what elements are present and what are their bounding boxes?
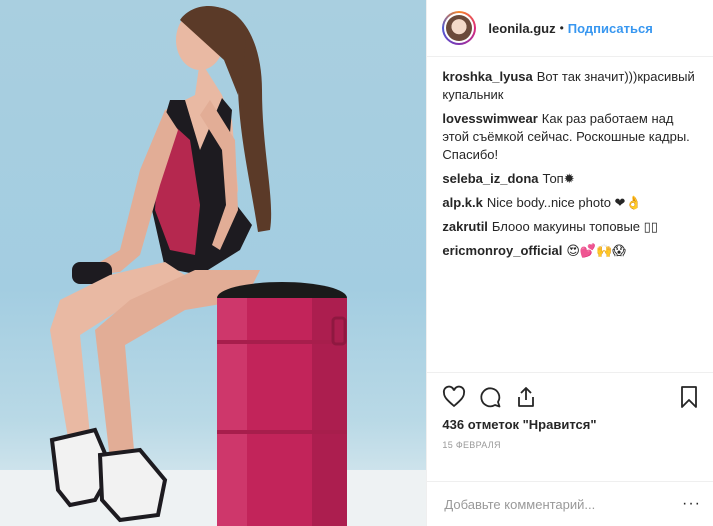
separator-dot: • [559,21,564,35]
post-actions-section: 436 отметок "Нравится" 15 февраля [427,372,713,481]
comment-text: Топ✹ [542,171,575,186]
username-link[interactable]: leonila.guz [488,21,555,36]
comment-username[interactable]: kroshka_lyusa [442,69,532,84]
comment-username[interactable]: alp.k.k [442,195,482,210]
comment-item: kroshka_lyusa Вот так значит)))красивый к… [442,68,701,104]
comment-text: Nice body..nice photo ❤👌 [486,195,642,210]
action-bar [442,377,701,417]
avatar[interactable] [442,11,477,45]
post-photo[interactable] [0,0,428,526]
comment-item: alp.k.k Nice body..nice photo ❤👌 [442,194,701,212]
photo-illustration [0,6,427,526]
comment-item: seleba_iz_dona Топ✹ [442,170,701,188]
comment-item: lovesswimwear Как раз работаем над этой с… [442,110,701,164]
post-header: leonila.guz • Подписаться [427,0,713,57]
comment-text: 😍💕🙌😱 [566,243,626,258]
comment-item: zakrutil Блооо макуины топовые ▯▯ [442,218,701,236]
likes-count[interactable]: 436 отметок "Нравится" [442,417,701,432]
avatar-ring-inner [444,13,475,43]
comment-username[interactable]: seleba_iz_dona [442,171,538,186]
follow-button[interactable]: Подписаться [568,21,653,36]
avatar-image [446,15,473,41]
speech-bubble-icon[interactable] [478,385,502,409]
comment-item: ericmonroy_official 😍💕🙌😱 [442,242,701,260]
share-icon[interactable] [514,385,538,409]
comment-text: Блооо макуины топовые ▯▯ [491,219,658,234]
ellipsis-icon[interactable]: ··· [682,495,701,513]
comment-input[interactable] [442,495,683,513]
comment-username[interactable]: zakrutil [442,219,488,234]
post-date[interactable]: 15 февраля [442,440,701,450]
heart-icon[interactable] [442,385,466,409]
post-side-panel: leonila.guz • Подписаться kroshka_lyusa В… [427,0,713,526]
comments-list[interactable]: kroshka_lyusa Вот так значит)))красивый к… [427,57,713,372]
instagram-post: leonila.guz • Подписаться kroshka_lyusa В… [0,0,713,526]
comment-username[interactable]: lovesswimwear [442,111,537,126]
add-comment-bar: ··· [427,481,713,526]
comment-username[interactable]: ericmonroy_official [442,243,562,258]
bookmark-icon[interactable] [677,385,701,409]
